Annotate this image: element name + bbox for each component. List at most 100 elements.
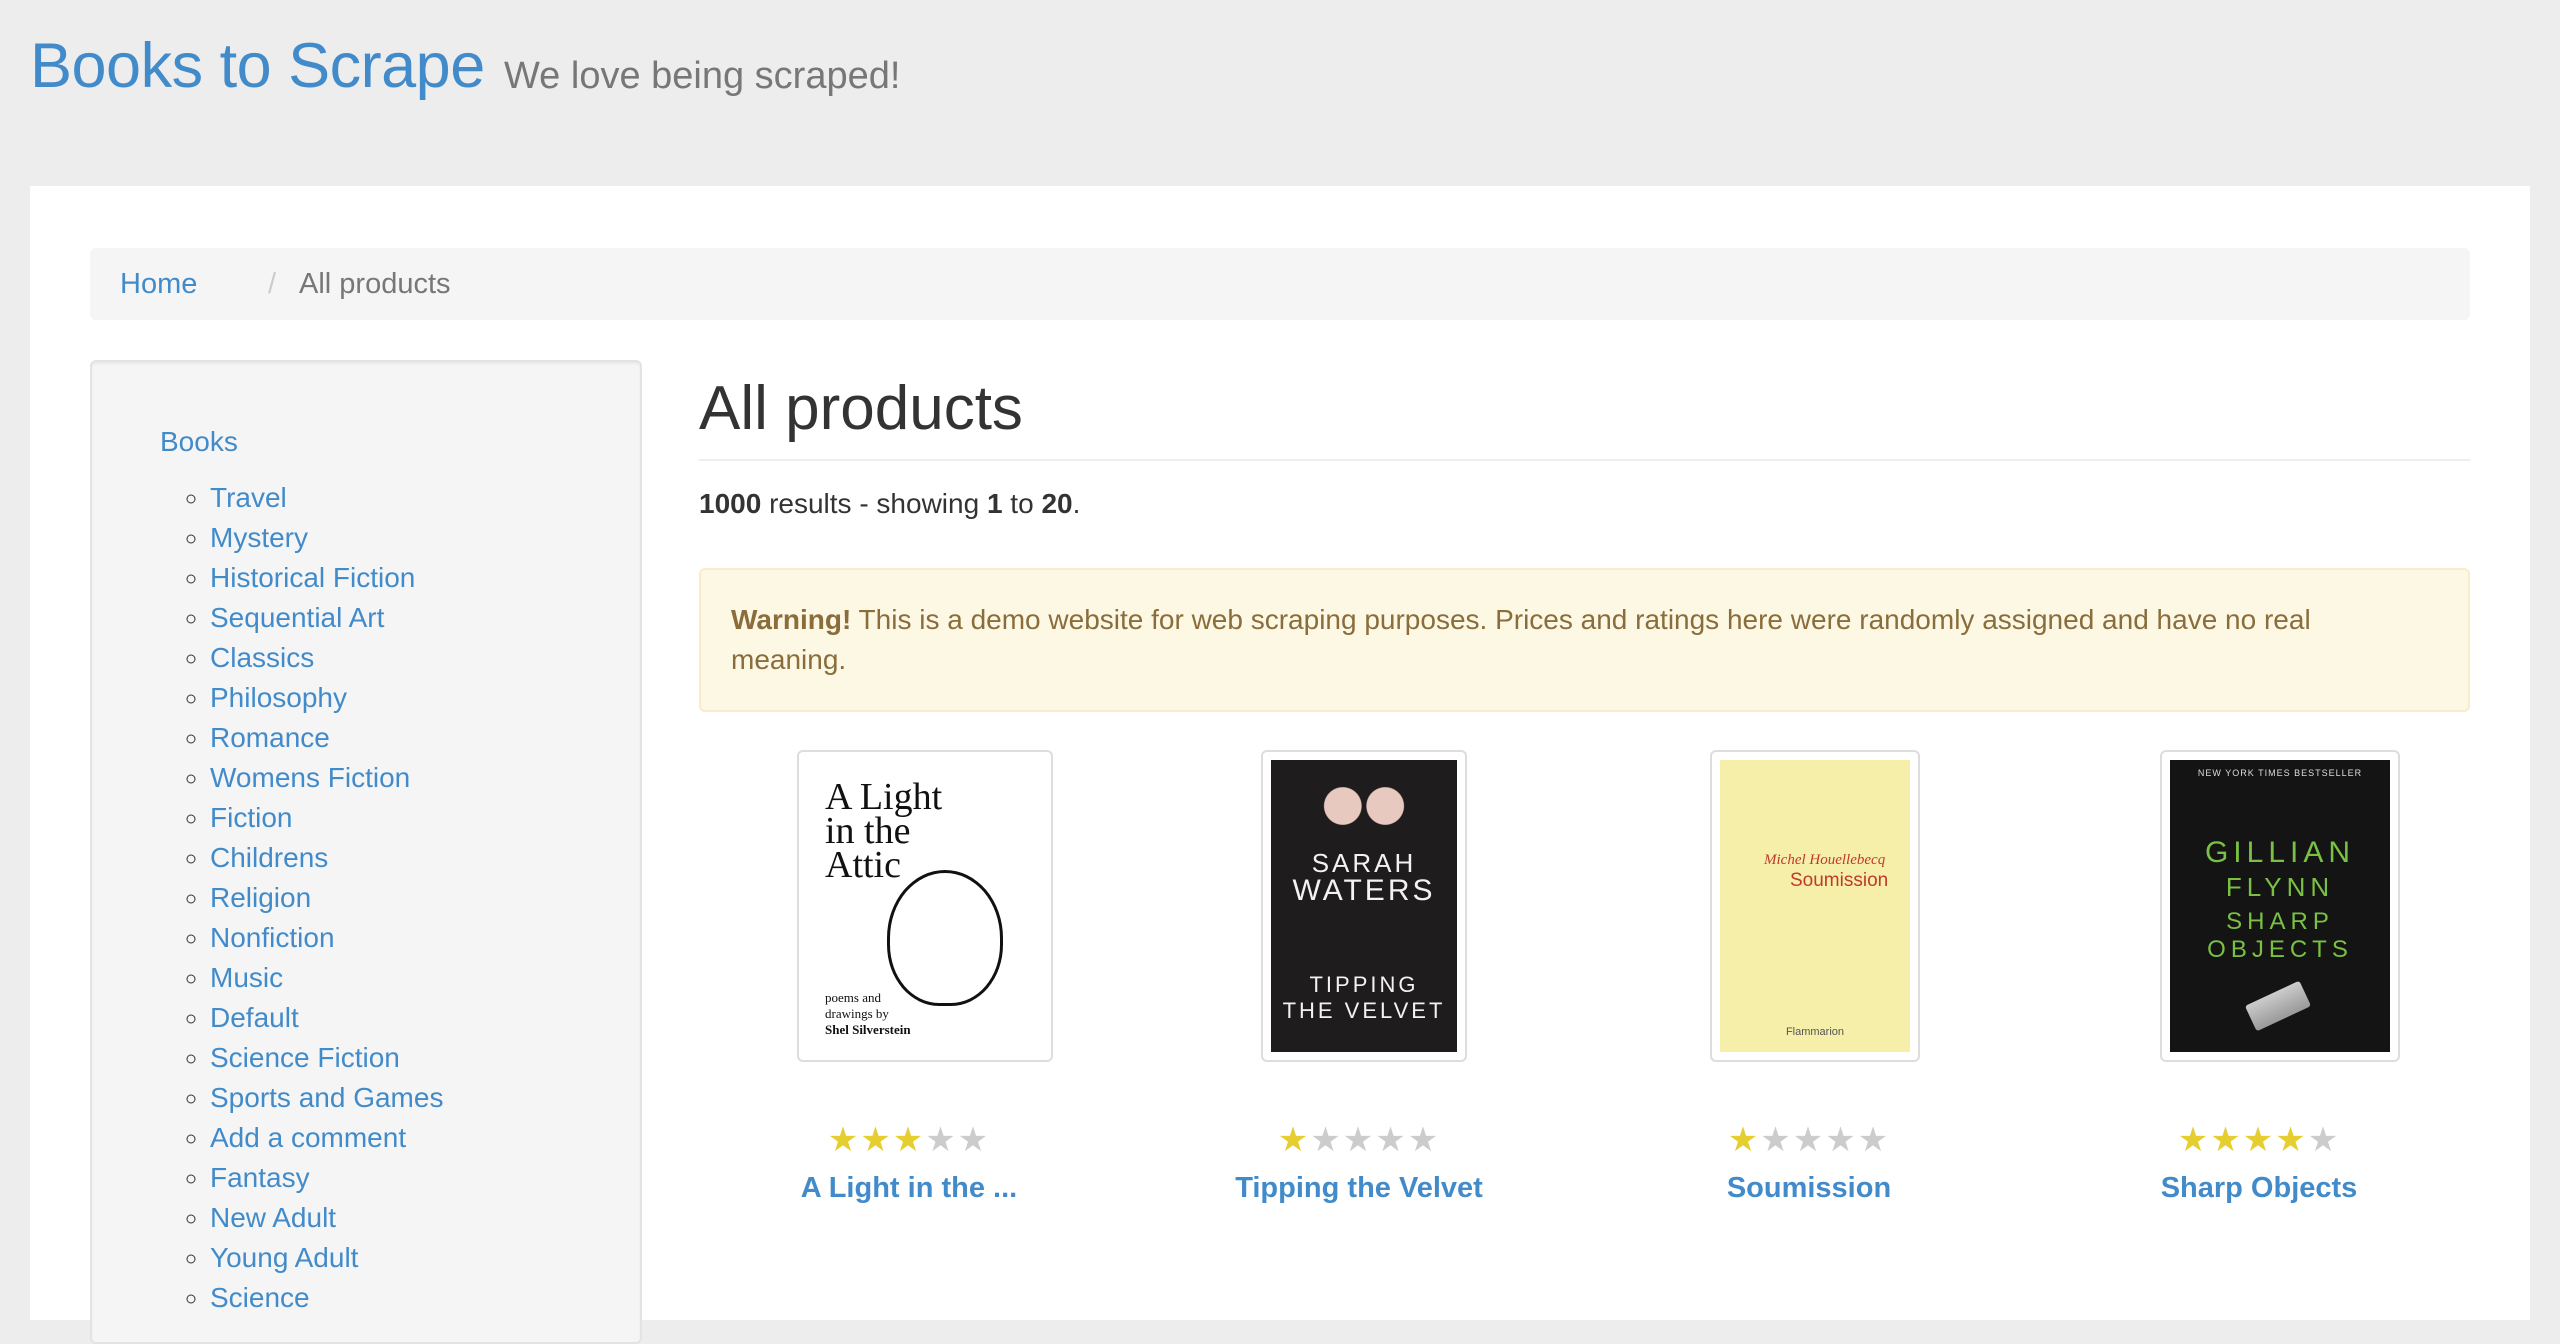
sidebar-category-link[interactable]: Fiction — [210, 802, 292, 833]
sidebar-category-link[interactable]: Fantasy — [210, 1162, 310, 1193]
sidebar-category-item: Nonfiction — [210, 918, 443, 958]
breadcrumb-home-link[interactable]: Home — [120, 248, 197, 320]
star-rating: ★★★★★ — [1599, 1120, 2019, 1160]
star-rating: ★★★★★ — [2049, 1120, 2469, 1160]
star-icon: ★ — [1407, 1121, 1441, 1159]
cover-byline: poems and drawings by Shel Silverstein — [825, 990, 911, 1037]
product-card: SARAH WATERS TIPPING THE VELVET ★★★★★ Tipping… — [1149, 750, 1569, 1310]
site-header: Books to Scrape We love being scraped! — [0, 0, 2560, 186]
star-icon: ★ — [860, 1121, 893, 1159]
star-icon: ★ — [1375, 1121, 1408, 1159]
star-icon: ★ — [925, 1121, 958, 1159]
product-cover-image: NEW YORK TIMES BESTSELLER GILLIAN FLYNN SHA… — [2170, 760, 2390, 1052]
sidebar-category-link[interactable]: Romance — [210, 722, 330, 753]
warning-alert: Warning! This is a demo website for web … — [699, 568, 2470, 712]
sidebar-category-link[interactable]: Mystery — [210, 522, 308, 553]
sidebar-category-link[interactable]: Young Adult — [210, 1242, 358, 1273]
sidebar-category-item: Fantasy — [210, 1158, 443, 1198]
product-cover-link[interactable]: NEW YORK TIMES BESTSELLER GILLIAN FLYNN SHA… — [2160, 750, 2400, 1062]
sidebar-category-link[interactable]: New Adult — [210, 1202, 336, 1233]
sidebar-category-link[interactable]: Default — [210, 1002, 299, 1033]
sidebar-category-link[interactable]: Nonfiction — [210, 922, 335, 953]
sidebar-category-link[interactable]: Music — [210, 962, 283, 993]
product-cover-link[interactable]: SARAH WATERS TIPPING THE VELVET — [1261, 750, 1467, 1062]
sidebar-category-item: New Adult — [210, 1198, 443, 1238]
sidebar-category-item: Historical Fiction — [210, 558, 443, 598]
star-icon: ★ — [1310, 1121, 1343, 1159]
product-card: NEW YORK TIMES BESTSELLER GILLIAN FLYNN SHA… — [2049, 750, 2469, 1310]
sidebar-category-link[interactable]: Historical Fiction — [210, 562, 415, 593]
results-text-2: to — [1002, 488, 1042, 519]
results-text-1: results - showing — [761, 488, 987, 519]
sidebar-category-item: Add a comment — [210, 1118, 443, 1158]
cover-illustration — [887, 870, 1003, 1006]
star-rating: ★★★★★ — [699, 1120, 1119, 1160]
sidebar-category-item: Young Adult — [210, 1238, 443, 1278]
star-icon: ★ — [1277, 1121, 1311, 1159]
star-icon: ★ — [1342, 1121, 1376, 1159]
star-icon: ★ — [1727, 1121, 1761, 1159]
results-to: 20 — [1041, 488, 1073, 519]
sidebar-category-link[interactable]: Classics — [210, 642, 314, 673]
warning-strong: Warning! — [731, 604, 852, 635]
site-tagline: We love being scraped! — [504, 55, 901, 97]
sidebar-category-item: Default — [210, 998, 443, 1038]
product-cover-image: Michel Houellebecq Soumission Flammarion — [1720, 760, 1910, 1052]
results-total: 1000 — [699, 488, 762, 519]
warning-message: This is a demo website for web scraping … — [731, 604, 2311, 675]
star-icon: ★ — [2307, 1121, 2341, 1159]
sidebar-category-link[interactable]: Womens Fiction — [210, 762, 410, 793]
sidebar-books-link[interactable]: Books — [160, 426, 238, 458]
razor-blade-icon — [2244, 980, 2312, 1032]
sidebar-category-link[interactable]: Sports and Games — [210, 1082, 443, 1113]
sidebar-category-item: Science Fiction — [210, 1038, 443, 1078]
product-title-link[interactable]: A Light in the ... — [699, 1172, 1119, 1205]
sidebar-category-item: Romance — [210, 718, 443, 758]
cover-title-text: GILLIAN — [2204, 836, 2356, 869]
sidebar-category-link[interactable]: Add a comment — [210, 1122, 406, 1153]
sidebar-category-item: Philosophy — [210, 678, 443, 718]
breadcrumb-separator: / — [268, 268, 277, 300]
sidebar-category-item: Sequential Art — [210, 598, 443, 638]
results-end: . — [1072, 488, 1081, 519]
results-from: 1 — [986, 488, 1003, 519]
sidebar-category-item: Fiction — [210, 798, 443, 838]
category-list: Travel Mystery Historical Fiction Sequentia… — [92, 478, 443, 1318]
sidebar-category-link[interactable]: Travel — [210, 482, 287, 513]
sidebar-category-item: Classics — [210, 638, 443, 678]
sidebar-category-link[interactable]: Science — [210, 1282, 310, 1313]
star-icon: ★ — [1825, 1121, 1858, 1159]
sidebar-category-item: Religion — [210, 878, 443, 918]
product-title-link[interactable]: Sharp Objects — [2049, 1172, 2469, 1205]
site-brand-link[interactable]: Books to Scrape — [30, 30, 485, 102]
sidebar-category-item: Travel — [210, 478, 443, 518]
product-title-link[interactable]: Soumission — [1599, 1172, 2019, 1205]
star-icon: ★ — [1792, 1121, 1826, 1159]
sidebar-category-item: Science — [210, 1278, 443, 1318]
breadcrumb-current: All products — [299, 268, 451, 300]
sidebar-category-link[interactable]: Science Fiction — [210, 1042, 400, 1073]
cover-title-text: A Light in the Attic — [825, 776, 943, 886]
product-cover-link[interactable]: Michel Houellebecq Soumission Flammarion — [1710, 750, 1920, 1062]
breadcrumb: Home / All products — [90, 248, 2470, 320]
cover-title-text: THE VELVET — [1282, 998, 1446, 1023]
cover-banner-text: NEW YORK TIMES BESTSELLER — [2197, 768, 2363, 778]
product-cover-link[interactable]: A Light in the Attic poems and drawings by Sh… — [797, 750, 1053, 1062]
cover-title-text: FLYNN — [2225, 872, 2335, 902]
sidebar-category-link[interactable]: Sequential Art — [210, 602, 384, 633]
product-cover-image: SARAH WATERS TIPPING THE VELVET — [1271, 760, 1457, 1052]
star-icon: ★ — [827, 1121, 861, 1159]
sidebar-category-item: Mystery — [210, 518, 443, 558]
cover-publisher-text: Flammarion — [1785, 1026, 1845, 1038]
sidebar-category-link[interactable]: Religion — [210, 882, 311, 913]
cover-author-text: Michel Houellebecq — [1764, 852, 1886, 868]
product-title-link[interactable]: Tipping the Velvet — [1149, 1172, 1569, 1205]
star-rating: ★★★★★ — [1149, 1120, 1569, 1160]
star-icon: ★ — [2242, 1121, 2276, 1159]
sidebar-category-item: Childrens — [210, 838, 443, 878]
star-icon: ★ — [2177, 1121, 2211, 1159]
sidebar-category-link[interactable]: Philosophy — [210, 682, 347, 713]
title-divider — [699, 459, 2470, 461]
star-icon: ★ — [892, 1121, 926, 1159]
sidebar-category-link[interactable]: Childrens — [210, 842, 328, 873]
